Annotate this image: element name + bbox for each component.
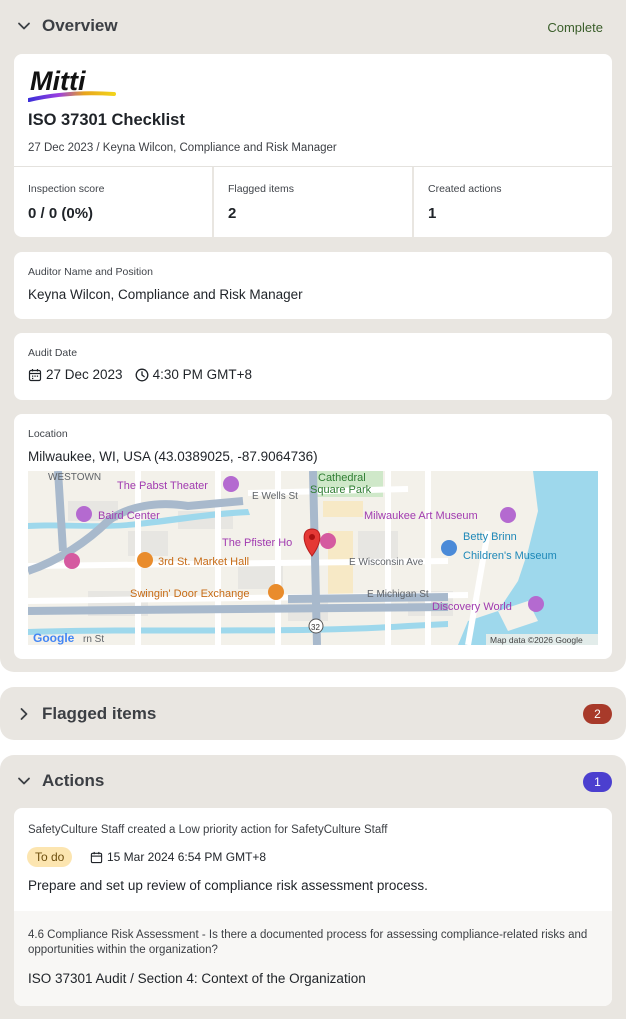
checklist-title: ISO 37301 Checklist — [28, 111, 185, 129]
map-label-westown: WESTOWN — [48, 472, 101, 483]
auditor-card: Auditor Name and Position Keyna Wilcon, … — [14, 252, 612, 319]
chevron-down-icon — [18, 22, 30, 30]
actions-count-badge: 1 — [583, 772, 612, 792]
stat-created-actions: Created actions 1 — [414, 167, 612, 238]
map-label-swingin: Swingin' Door Exchange — [130, 588, 250, 600]
google-logo: Google — [33, 631, 75, 645]
action-card[interactable]: SafetyCulture Staff created a Low priori… — [14, 808, 612, 1006]
map-label-betty2: Children's Museum — [463, 550, 557, 562]
auditor-value: Keyna Wilcon, Compliance and Risk Manage… — [28, 287, 303, 302]
audit-date-value: 27 Dec 2023 — [46, 367, 123, 382]
stat-label: Created actions — [428, 183, 502, 195]
location-label: Location — [28, 428, 68, 440]
flagged-items-title: Flagged items — [42, 704, 157, 723]
stat-label: Inspection score — [28, 183, 105, 195]
map-label-baird: Baird Center — [98, 510, 160, 522]
map-label-pabst: The Pabst Theater — [117, 480, 208, 492]
action-source: 4.6 Compliance Risk Assessment - Is ther… — [14, 911, 612, 1006]
calendar-icon — [28, 368, 42, 381]
map-route-label: 32 — [311, 623, 320, 632]
stat-inspection-score: Inspection score 0 / 0 (0%) — [14, 167, 214, 238]
stat-value: 2 — [228, 205, 237, 222]
map-label-wisconsin: E Wisconsin Ave — [349, 557, 424, 568]
map-label-betty1: Betty Brinn — [463, 531, 517, 543]
actions-section: Actions 1 SafetyCulture Staff created a … — [0, 755, 626, 1019]
report-summary-card: Mitti ISO 37301 Checklist 27 Dec 2023 / … — [14, 54, 612, 238]
calendar-icon — [90, 851, 103, 863]
stat-value: 0 / 0 (0%) — [28, 205, 94, 222]
map-label-mst: rn St — [83, 634, 104, 645]
completion-status: Complete — [547, 20, 603, 35]
overview-section: Overview Complete Mitti ISO 37301 Checkl… — [0, 0, 626, 672]
map-label-cathedral2: Square Park — [310, 484, 372, 496]
flagged-items-section[interactable]: Flagged items 2 — [0, 687, 626, 740]
location-card: Location Milwaukee, WI, USA (43.0389025,… — [14, 414, 612, 659]
location-map[interactable]: WESTOWN E Wells St E Wisconsin Ave E Mic… — [28, 471, 598, 645]
audit-date-label: Audit Date — [28, 347, 78, 359]
svg-text:Mitti: Mitti — [30, 66, 86, 96]
auditor-label: Auditor Name and Position — [28, 266, 153, 278]
action-status-badge: To do — [27, 847, 73, 867]
stat-label: Flagged items — [228, 183, 294, 195]
location-value: Milwaukee, WI, USA (43.0389025, -87.9064… — [28, 449, 318, 464]
stat-flagged-items: Flagged items 2 — [214, 167, 414, 238]
map-label-art-museum: Milwaukee Art Museum — [364, 510, 478, 522]
overview-title: Overview — [42, 16, 118, 35]
action-description: Prepare and set up review of compliance … — [28, 878, 428, 893]
map-label-cathedral1: Cathedral — [318, 472, 366, 484]
action-created-by: SafetyCulture Staff created a Low priori… — [28, 824, 388, 836]
actions-title: Actions — [42, 771, 105, 790]
map-label-market: 3rd St. Market Hall — [158, 556, 249, 568]
map-label-pfister: The Pfister Ho — [222, 537, 292, 549]
map-label-discovery: Discovery World — [432, 601, 512, 613]
audit-date-card: Audit Date 27 Dec 2023 4:30 PM GMT+8 — [14, 333, 612, 400]
stats-row: Inspection score 0 / 0 (0%) Flagged item… — [14, 166, 612, 238]
report-meta: 27 Dec 2023 / Keyna Wilcon, Compliance a… — [28, 142, 337, 154]
chevron-right-icon — [20, 708, 28, 720]
action-due-date: 15 Mar 2024 6:54 PM GMT+8 — [107, 850, 267, 864]
map-label-wells: E Wells St — [252, 491, 298, 502]
action-question: 4.6 Compliance Risk Assessment - Is ther… — [28, 929, 588, 956]
clock-icon — [135, 368, 149, 381]
actions-header[interactable]: Actions 1 — [0, 755, 626, 807]
action-source-path: ISO 37301 Audit / Section 4: Context of … — [28, 971, 366, 986]
flagged-count-badge: 2 — [583, 704, 612, 724]
mitti-logo: Mitti — [27, 66, 120, 107]
overview-header[interactable]: Overview Complete — [0, 0, 626, 52]
chevron-down-icon — [18, 777, 30, 785]
map-label-michigan: E Michigan St — [367, 589, 429, 600]
audit-time-value: 4:30 PM GMT+8 — [152, 367, 252, 382]
stat-value: 1 — [428, 205, 437, 222]
map-attribution: Map data ©2026 Google — [490, 635, 583, 645]
